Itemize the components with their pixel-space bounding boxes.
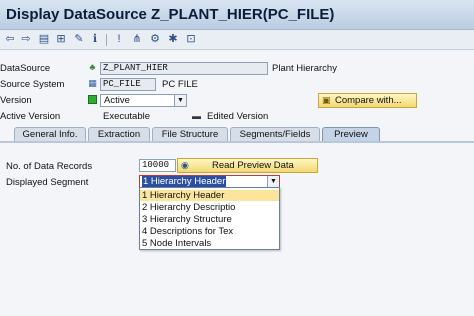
datasource-label: DataSource bbox=[0, 63, 51, 74]
segment-label: Displayed Segment bbox=[6, 177, 89, 188]
edited-version-icon: ▬ bbox=[192, 111, 201, 121]
active-version-label: Active Version bbox=[0, 111, 61, 122]
tab-extraction[interactable]: Extraction bbox=[88, 127, 150, 142]
application-toolbar: ⇦ ⇨ ▤ ⊞ ✎ ℹ ! ⋔ ⚙ ✱ ⊡ bbox=[0, 30, 474, 50]
edited-version-label: Edited Version bbox=[207, 111, 269, 122]
segment-option[interactable]: 4 Descriptions for Tex bbox=[140, 226, 279, 237]
version-dropdown[interactable]: Active ▼ bbox=[100, 94, 187, 107]
source-system-field: PC_FILE bbox=[100, 78, 156, 91]
settings-icon[interactable]: ⚙ bbox=[148, 33, 162, 46]
datasource-icon: ♣ bbox=[89, 62, 96, 72]
compare-with-button[interactable]: ▣ Compare with... bbox=[318, 93, 417, 108]
tree-icon[interactable]: ⋔ bbox=[130, 33, 144, 46]
pin-icon[interactable]: ! bbox=[112, 33, 126, 46]
tab-segments-fields[interactable]: Segments/Fields bbox=[230, 127, 320, 142]
status-green-icon bbox=[88, 95, 97, 104]
active-version-value: Executable bbox=[103, 111, 151, 122]
title-bar: Display DataSource Z_PLANT_HIER(PC_FILE) bbox=[0, 0, 474, 30]
tab-general-info[interactable]: General Info. bbox=[14, 127, 86, 142]
source-system-icon: ▦ bbox=[88, 78, 97, 88]
tab-preview[interactable]: Preview bbox=[322, 127, 380, 142]
info-icon[interactable]: ℹ bbox=[88, 33, 102, 46]
segment-value: 1 Hierarchy Header bbox=[142, 176, 227, 187]
records-label: No. of Data Records bbox=[6, 161, 93, 172]
chevron-down-icon[interactable]: ▼ bbox=[267, 176, 279, 187]
records-field[interactable]: 10000 bbox=[139, 159, 176, 172]
read-preview-label: Read Preview Data bbox=[212, 160, 294, 171]
expand-icon[interactable]: ⊡ bbox=[184, 33, 198, 46]
version-label: Version bbox=[0, 95, 32, 106]
datasource-field: Z_PLANT_HIER bbox=[100, 62, 268, 75]
read-preview-button[interactable]: ◉ Read Preview Data bbox=[177, 158, 318, 173]
hierarchy-icon[interactable]: ⊞ bbox=[54, 33, 68, 46]
segment-option[interactable]: 3 Hierarchy Structure bbox=[140, 214, 279, 225]
source-system-description: PC FILE bbox=[162, 79, 198, 90]
back-arrow-icon[interactable]: ⇦ bbox=[3, 33, 17, 46]
segment-option[interactable]: 2 Hierarchy Descriptio bbox=[140, 202, 279, 213]
forward-arrow-icon[interactable]: ⇨ bbox=[19, 33, 33, 46]
source-system-label: Source System bbox=[0, 79, 65, 90]
segment-options-list: 1 Hierarchy Header 2 Hierarchy Descripti… bbox=[139, 187, 280, 250]
version-value: Active bbox=[104, 95, 130, 106]
datasource-description: Plant Hierarchy bbox=[272, 63, 337, 74]
tab-file-structure[interactable]: File Structure bbox=[152, 127, 228, 142]
segment-option[interactable]: 1 Hierarchy Header bbox=[140, 190, 279, 201]
transport-icon[interactable]: ✱ bbox=[166, 33, 180, 46]
tab-strip-divider bbox=[0, 141, 474, 143]
read-data-icon: ◉ bbox=[181, 160, 189, 170]
tab-strip: General Info. Extraction File Structure … bbox=[0, 127, 474, 142]
compare-icon: ▣ bbox=[322, 95, 331, 105]
other-object-icon[interactable]: ▤ bbox=[37, 33, 51, 46]
toolbar-separator bbox=[106, 34, 107, 46]
compare-with-label: Compare with... bbox=[335, 95, 402, 106]
window-title: Display DataSource Z_PLANT_HIER(PC_FILE) bbox=[6, 6, 335, 23]
chevron-down-icon[interactable]: ▼ bbox=[174, 95, 186, 106]
segment-option[interactable]: 5 Node Intervals bbox=[140, 238, 279, 249]
display-change-icon[interactable]: ✎ bbox=[72, 33, 86, 46]
